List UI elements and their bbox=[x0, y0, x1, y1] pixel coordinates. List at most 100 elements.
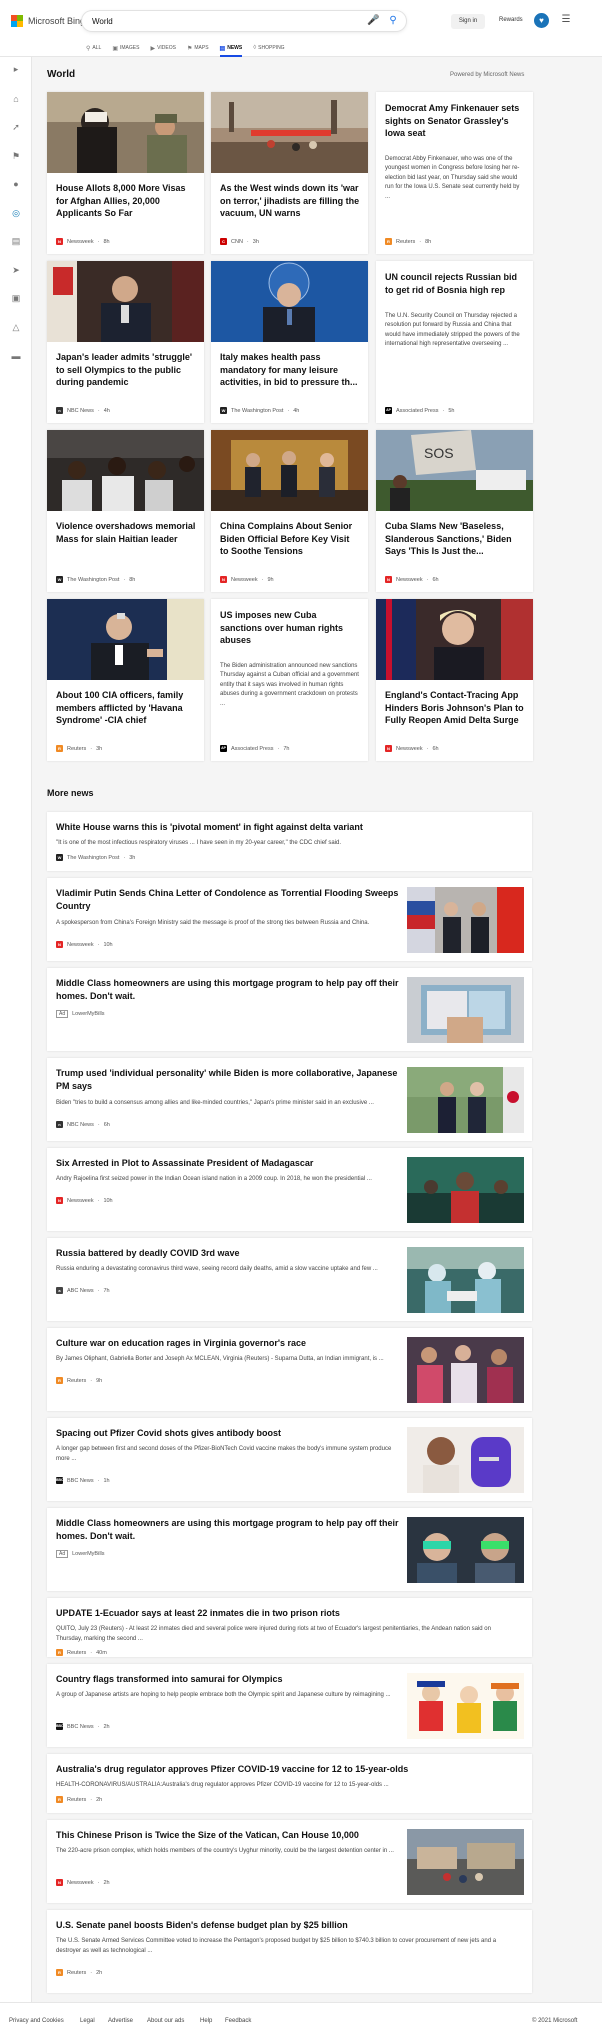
more-news-item[interactable]: Six Arrested in Plot to Assassinate Pres… bbox=[47, 1148, 532, 1231]
more-news-item[interactable]: Trump used 'individual personality' whil… bbox=[47, 1058, 532, 1141]
source-time: 7h bbox=[283, 745, 290, 752]
news-card[interactable]: US imposes new Cuba sanctions over human… bbox=[211, 599, 368, 761]
tab-maps[interactable]: ⚑ MAPS bbox=[187, 41, 209, 55]
more-news-item[interactable]: Spacing out Pfizer Covid shots gives ant… bbox=[47, 1418, 532, 1501]
tab-all[interactable]: ⚲ ALL bbox=[86, 41, 101, 55]
trending-icon[interactable]: ➚ bbox=[10, 121, 22, 133]
news-card[interactable]: Japan's leader admits 'struggle' to sell… bbox=[47, 261, 204, 423]
news-card[interactable]: China Complains About Senior Biden Offic… bbox=[211, 430, 368, 592]
more-news-item[interactable]: Russia battered by deadly COVID 3rd wave… bbox=[47, 1238, 532, 1321]
news-card[interactable]: Democrat Amy Finkenauer sets sights on S… bbox=[376, 92, 533, 254]
globe-icon[interactable]: ◎ bbox=[10, 207, 22, 219]
news-card[interactable]: England's Contact-Tracing App Hinders Bo… bbox=[376, 599, 533, 761]
washington-post-logo-icon: W bbox=[56, 854, 63, 861]
sign-in-button[interactable]: Sign in bbox=[451, 14, 485, 29]
more-news-snippet: Biden "tries to build a consensus among … bbox=[56, 1100, 374, 1106]
reuters-logo-icon: R bbox=[56, 745, 63, 752]
search-input[interactable] bbox=[92, 14, 342, 28]
tab-label: MAPS bbox=[194, 45, 209, 51]
news-card[interactable]: House Allots 8,000 More Visas for Afghan… bbox=[47, 92, 204, 254]
rewards-icon[interactable]: ♥ bbox=[534, 13, 549, 28]
search-icon[interactable]: ⚲ bbox=[387, 15, 399, 27]
science-icon[interactable]: △ bbox=[10, 321, 22, 333]
washington-post-logo-icon: W bbox=[220, 407, 227, 414]
news-card-title: As the West winds down its 'war on terro… bbox=[220, 183, 360, 218]
source-time: 2h bbox=[96, 1796, 103, 1803]
tab-label: ALL bbox=[92, 45, 102, 51]
location-pin-icon[interactable]: ● bbox=[10, 178, 22, 190]
news-card-image bbox=[211, 430, 368, 511]
more-news-snippet: The 220-acre prison complex, which holds… bbox=[56, 1848, 394, 1854]
source-name: Newsweek bbox=[67, 1879, 94, 1886]
more-news-title: Russia battered by deadly COVID 3rd wave bbox=[56, 1248, 240, 1258]
rewards-link[interactable]: Rewards bbox=[499, 17, 523, 23]
source-time: 2h bbox=[103, 1879, 110, 1886]
microsoft-logo-icon bbox=[11, 15, 23, 27]
reuters-logo-icon: R bbox=[56, 1649, 63, 1656]
source-time: 4h bbox=[103, 407, 110, 414]
rocket-icon[interactable]: ➤ bbox=[10, 264, 22, 276]
more-news-item[interactable]: U.S. Senate panel boosts Biden's defense… bbox=[47, 1910, 532, 1993]
source-name: LowerMyBills bbox=[72, 1011, 105, 1017]
news-card-title: UN council rejects Russian bid to get ri… bbox=[385, 272, 518, 295]
more-news-snippet: HEALTH-CORONAVIRUS/AUSTRALIA:Australia's… bbox=[56, 1782, 389, 1788]
tab-videos[interactable]: ▶ VIDEOS bbox=[150, 41, 176, 55]
chart-icon[interactable]: ▤ bbox=[10, 235, 22, 247]
footer-link-privacy[interactable]: Privacy and Cookies bbox=[9, 2018, 64, 2024]
news-card-source: N Newsweek · 8h bbox=[56, 238, 110, 245]
left-sidebar: ▸ ⌂ ➚ ⚑ ● ◎ ▤ ➤ ▣ △ ▬ bbox=[0, 57, 32, 2002]
source-name: Newsweek bbox=[396, 745, 423, 752]
more-news-source: R Reuters · 2h bbox=[56, 1969, 102, 1976]
tab-shopping[interactable]: ◊ SHOPPING bbox=[253, 41, 284, 55]
more-news-item[interactable]: Country flags transformed into samurai f… bbox=[47, 1664, 532, 1747]
news-card[interactable]: UN council rejects Russian bid to get ri… bbox=[376, 261, 533, 423]
footer-link-about-ads[interactable]: About our ads bbox=[147, 2018, 184, 2024]
source-time: 2h bbox=[96, 1969, 103, 1976]
hamburger-menu-icon[interactable]: ☰ bbox=[560, 14, 572, 26]
more-news-item[interactable]: Vladimir Putin Sends China Letter of Con… bbox=[47, 878, 532, 961]
footer-link-help[interactable]: Help bbox=[200, 2018, 212, 2024]
home-icon[interactable]: ⌂ bbox=[10, 93, 22, 105]
footer-link-feedback[interactable]: Feedback bbox=[225, 2018, 251, 2024]
news-card-snippet: Democrat Abby Finkenauer, who was one of… bbox=[385, 156, 520, 200]
ad-item[interactable]: Middle Class homeowners are using this m… bbox=[47, 968, 532, 1051]
news-card[interactable]: As the West winds down its 'war on terro… bbox=[211, 92, 368, 254]
footer-link-advertise[interactable]: Advertise bbox=[108, 2018, 133, 2024]
footer-link-legal[interactable]: Legal bbox=[80, 2018, 95, 2024]
news-card-source: N Newsweek · 6h bbox=[385, 745, 439, 752]
newsweek-logo-icon: N bbox=[56, 238, 63, 245]
money-icon[interactable]: ▬ bbox=[10, 350, 22, 362]
more-news-item[interactable]: UPDATE 1-Ecuador says at least 22 inmate… bbox=[47, 1598, 532, 1657]
more-news-title: Middle Class homeowners are using this m… bbox=[56, 1518, 399, 1541]
reuters-logo-icon: R bbox=[56, 1377, 63, 1384]
news-card-source: AP Associated Press · 7h bbox=[220, 745, 290, 752]
more-news-item[interactable]: Culture war on education rages in Virgin… bbox=[47, 1328, 532, 1411]
source-time: 3h bbox=[96, 745, 103, 752]
more-news-source: n NBC News · 6h bbox=[56, 1121, 110, 1128]
tab-images[interactable]: ▣ IMAGES bbox=[112, 41, 139, 55]
news-card[interactable]: About 100 CIA officers, family members a… bbox=[47, 599, 204, 761]
source-name: Associated Press bbox=[231, 745, 274, 752]
news-card[interactable]: SOS Cuba Slams New 'Baseless, Slanderous… bbox=[376, 430, 533, 592]
flag-icon[interactable]: ⚑ bbox=[10, 150, 22, 162]
more-news-snippet: "It is one of the most infectious respir… bbox=[56, 840, 342, 846]
ad-item[interactable]: Middle Class homeowners are using this m… bbox=[47, 1508, 532, 1591]
more-news-item[interactable]: This Chinese Prison is Twice the Size of… bbox=[47, 1820, 532, 1903]
bing-logo[interactable]: Microsoft Bing bbox=[11, 15, 85, 27]
ad-badge: Ad bbox=[56, 1010, 69, 1018]
tab-news[interactable]: ▤ NEWS bbox=[219, 41, 242, 57]
news-card-title: US imposes new Cuba sanctions over human… bbox=[220, 610, 344, 645]
more-news-item[interactable]: White House warns this is 'pivotal momen… bbox=[47, 812, 532, 871]
microphone-icon[interactable]: 🎤 bbox=[367, 15, 379, 27]
news-card-source: AP Associated Press · 5h bbox=[385, 407, 455, 414]
map-icon: ⚑ bbox=[186, 45, 193, 52]
expand-chevron-icon[interactable]: ▸ bbox=[10, 63, 22, 75]
newsweek-logo-icon: N bbox=[385, 576, 392, 583]
source-name: Reuters bbox=[67, 1969, 87, 1976]
film-icon[interactable]: ▣ bbox=[10, 292, 22, 304]
news-card[interactable]: Italy makes health pass mandatory for ma… bbox=[211, 261, 368, 423]
news-card[interactable]: Violence overshadows memorial Mass for s… bbox=[47, 430, 204, 592]
more-news-item[interactable]: Australia's drug regulator approves Pfiz… bbox=[47, 1754, 532, 1813]
tab-label: VIDEOS bbox=[157, 45, 176, 51]
news-card-source: R Reuters · 3h bbox=[56, 745, 102, 752]
